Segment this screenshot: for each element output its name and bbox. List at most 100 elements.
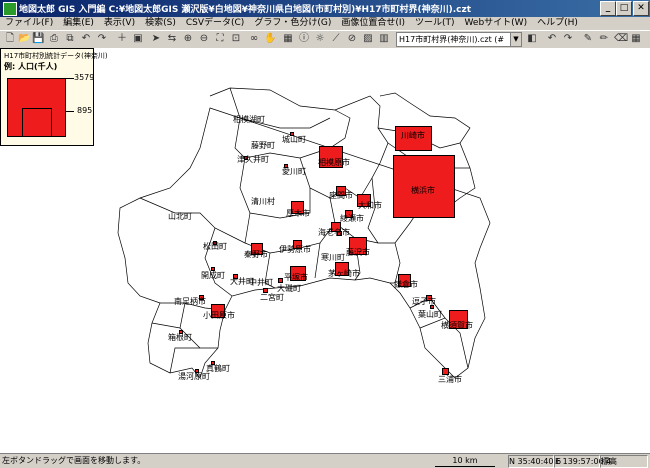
maximize-button[interactable]: □ — [616, 1, 632, 16]
hand-icon[interactable]: ✋ — [264, 33, 276, 45]
window-title: 地図太郎 GIS 入門編 C:¥地図太郎GIS 瀬沢版¥白地図¥神奈川県白地図(… — [19, 5, 472, 15]
info-icon[interactable]: ⓘ — [298, 33, 310, 45]
menu-web[interactable]: Webサイト(W) — [460, 17, 533, 30]
app-icon — [3, 2, 17, 16]
label-kamakura: 鎌倉市 — [394, 280, 418, 289]
menu-view[interactable]: 表示(V) — [99, 17, 140, 30]
label-miura: 三浦市 — [438, 375, 462, 384]
status-hint: 左ボタンドラッグで画面を移動します。 — [2, 456, 146, 465]
legend-leader-max — [66, 78, 74, 79]
label-isehara: 伊勢原市 — [279, 245, 311, 254]
label-yokohama: 横浜市 — [411, 186, 435, 195]
legend-leader-mid — [66, 111, 74, 112]
label-zama: 座間市 — [329, 191, 353, 200]
scale-bar: 10 km — [435, 455, 495, 467]
label-ninomiya: 二宮町 — [260, 293, 284, 302]
legend-title: H17市町村別統計データ(神奈川) — [4, 52, 108, 60]
label-atsugi: 厚木市 — [286, 209, 310, 218]
pen-icon[interactable]: ✏ — [598, 33, 610, 45]
label-chigasaki: 茅ヶ崎市 — [328, 269, 360, 278]
label-sagamihara: 相模原市 — [318, 158, 350, 167]
measure-icon[interactable]: ⟋ — [330, 33, 342, 45]
label-kaisei: 開成町 — [201, 271, 225, 280]
label-aikawa: 愛川町 — [282, 167, 306, 176]
label-yamato: 大和市 — [358, 201, 382, 210]
toolbar: 🗋 📂 💾 ⎙ ⧉ ↶ ↷ ＋ ▣ ➤ ⇆ ⊕ ⊖ ⛶ ⊡ ∞ ✋ ▦ ⓘ ☼ … — [0, 30, 650, 49]
sun-icon[interactable]: ☼ — [314, 33, 326, 45]
map-canvas[interactable]: H17市町村別統計データ(神奈川) 例: 人口(千人) 3579 895 相模湖… — [0, 48, 650, 453]
menu-help[interactable]: ヘルプ(H) — [532, 17, 583, 30]
label-yugawara: 湯河原町 — [178, 372, 210, 381]
longitude-readout: E 139:57:06.4 — [554, 455, 612, 468]
label-tsukui: 津久井町 — [237, 155, 269, 164]
status-bar: 左ボタンドラッグで画面を移動します。 10 km N 35:40:40.6 E … — [0, 453, 650, 468]
add-icon[interactable]: ＋ — [116, 33, 128, 45]
label-hakone: 箱根町 — [168, 333, 192, 342]
layer-select[interactable]: H17市町村界(神奈川).czt (# ▼ — [396, 32, 522, 47]
zoom-out-icon[interactable]: ⊖ — [198, 33, 210, 45]
menu-file[interactable]: ファイル(F) — [0, 17, 58, 30]
legend-mid-value: 895 — [77, 106, 93, 115]
print-icon[interactable]: ⎙ — [48, 33, 60, 45]
fit-icon[interactable]: ⛶ — [214, 33, 226, 45]
label-fujino: 藤野町 — [251, 141, 275, 150]
label-minamiashigara: 南足柄市 — [174, 297, 206, 306]
menu-bar: ファイル(F) 編集(E) 表示(V) 検索(S) CSVデータ(C) グラフ・… — [0, 17, 650, 30]
ruler-icon[interactable]: ⊘ — [346, 33, 358, 45]
prefecture-outline — [117, 87, 491, 379]
scale-label: 10 km — [452, 456, 478, 465]
label-fujisawa: 藤沢市 — [346, 248, 370, 257]
label-nakai: 中井町 — [249, 278, 273, 287]
menu-csv[interactable]: CSVデータ(C) — [181, 17, 249, 30]
label-kiyokawa: 清川村 — [251, 197, 275, 206]
legend-mid-square — [22, 108, 52, 137]
title-bar: 地図太郎 GIS 入門編 C:¥地図太郎GIS 瀬沢版¥白地図¥神奈川県白地図(… — [0, 0, 650, 17]
menu-image-align[interactable]: 画像位置合せ(I) — [336, 17, 410, 30]
extent-icon[interactable]: ⊡ — [230, 33, 242, 45]
minimize-button[interactable]: _ — [600, 1, 616, 16]
legend-subtitle: 例: 人口(千人) — [4, 62, 58, 71]
label-yokosuka: 横須賀市 — [441, 321, 473, 330]
undo-icon[interactable]: ↶ — [80, 33, 92, 45]
menu-tool[interactable]: ツール(T) — [410, 17, 460, 30]
capture-icon[interactable]: ▣ — [132, 33, 144, 45]
new-icon[interactable]: 🗋 — [4, 33, 16, 45]
map-legend: H17市町村別統計データ(神奈川) 例: 人口(千人) 3579 895 — [0, 48, 108, 146]
label-ayase: 綾瀬市 — [340, 214, 364, 223]
label-sagamiko: 相模湖町 — [233, 115, 265, 124]
edit-icon[interactable]: ✎ — [582, 33, 594, 45]
menu-graph[interactable]: グラフ・色分け(G) — [249, 17, 336, 30]
label-zushi: 逗子市 — [412, 297, 436, 306]
chart-icon[interactable]: ▥ — [378, 33, 390, 45]
zoom-in-icon[interactable]: ⊕ — [182, 33, 194, 45]
layer-icon[interactable]: ◧ — [526, 33, 538, 45]
menu-edit[interactable]: 編集(E) — [58, 17, 99, 30]
label-ebina: 海老名市 — [318, 228, 350, 237]
layer-select-value: H17市町村界(神奈川).czt (# — [399, 35, 505, 44]
chevron-down-icon[interactable]: ▼ — [510, 33, 521, 46]
elevation-readout: 標高 — [600, 455, 648, 468]
menu-search[interactable]: 検索(S) — [140, 17, 181, 30]
back-icon[interactable]: ↶ — [546, 33, 558, 45]
label-yamakita: 山北町 — [168, 212, 192, 221]
grid-icon[interactable]: ▦ — [630, 33, 642, 45]
latitude-readout: N 35:40:40.6 — [508, 455, 562, 468]
forward-icon[interactable]: ↷ — [562, 33, 574, 45]
pointer-icon[interactable]: ➤ — [150, 33, 162, 45]
label-odawara: 小田原市 — [203, 311, 235, 320]
table-icon[interactable]: ▦ — [282, 33, 294, 45]
legend-max-value: 3579 — [74, 73, 95, 82]
label-shiroyama: 城山町 — [282, 135, 306, 144]
open-icon[interactable]: 📂 — [18, 33, 30, 45]
close-button[interactable]: ✕ — [633, 1, 649, 16]
label-matsuda: 松田町 — [203, 242, 227, 251]
binocular-icon[interactable]: ∞ — [248, 33, 260, 45]
label-hiratsuka: 平塚市 — [284, 273, 308, 282]
eraser-icon[interactable]: ⌫ — [614, 33, 628, 45]
select-icon[interactable]: ⇆ — [166, 33, 178, 45]
copy-icon[interactable]: ⧉ — [64, 33, 76, 45]
save-icon[interactable]: 💾 — [32, 33, 44, 45]
redo-icon[interactable]: ↷ — [96, 33, 108, 45]
label-hayama: 葉山町 — [418, 310, 442, 319]
image-icon[interactable]: ▨ — [362, 33, 374, 45]
